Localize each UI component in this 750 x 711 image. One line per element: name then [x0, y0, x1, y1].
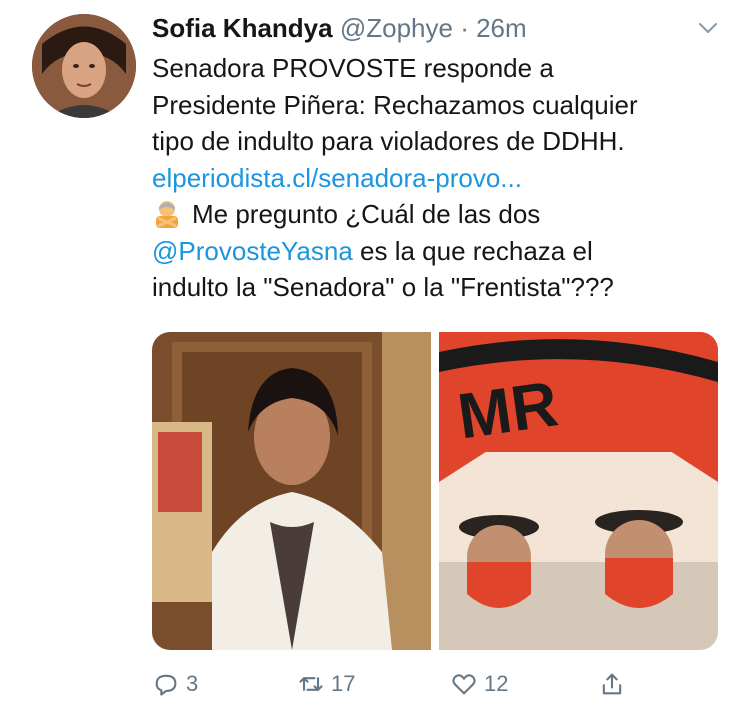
tweet-line-2: Presidente Piñera: Rechazamos cualquier [152, 89, 638, 120]
like-button[interactable]: 12 [450, 664, 508, 704]
fpmr-photo[interactable]: MR [439, 332, 718, 650]
share-button[interactable] [598, 664, 632, 704]
reply-count: 3 [186, 671, 199, 696]
senator-photo[interactable] [152, 332, 431, 650]
heart-icon [452, 674, 476, 695]
tweet-line-6-rest: es la que rechaza el [352, 235, 593, 266]
reply-icon [155, 674, 177, 696]
tweet-line-5: Me pregunto ¿Cuál de las dos [192, 199, 541, 229]
article-link[interactable]: elperiodista.cl/senadora-provo... [152, 163, 522, 193]
retweet-icon [299, 677, 323, 691]
share-icon [602, 673, 622, 695]
author-avatar[interactable] [32, 14, 136, 118]
tweet-header: Sofia Khandya @Zophye · 26m [152, 10, 730, 50]
reply-button[interactable]: 3 [152, 664, 198, 704]
tweet-line-3: tipo de indulto para violadores de DDHH. [152, 126, 625, 156]
separator-dot: · [460, 13, 469, 43]
like-count: 12 [484, 671, 509, 696]
author-name[interactable]: Sofia Khandya [152, 13, 333, 43]
retweet-count: 17 [331, 671, 356, 696]
tweet-line-1: Senadora PROVOSTE responde a [152, 53, 554, 83]
retweet-button[interactable]: 17 [297, 664, 355, 704]
tweet-media[interactable]: MR [152, 332, 718, 650]
tweet-actions: 3 17 12 [152, 664, 712, 704]
tweet-time[interactable]: 26m [476, 13, 527, 43]
author-handle[interactable]: @Zophye [340, 13, 453, 43]
person-gesturing-no-emoji-icon [156, 201, 178, 228]
mention-link[interactable]: @ProvosteYasna [152, 236, 353, 266]
fpmr-banner-text: MR [453, 367, 562, 452]
chevron-down-icon[interactable] [696, 16, 720, 40]
tweet-text: Senadora PROVOSTE responde a Presidente … [152, 50, 732, 306]
tweet-line-7: indulto la "Senadora" o la "Frentista"??… [152, 272, 614, 302]
